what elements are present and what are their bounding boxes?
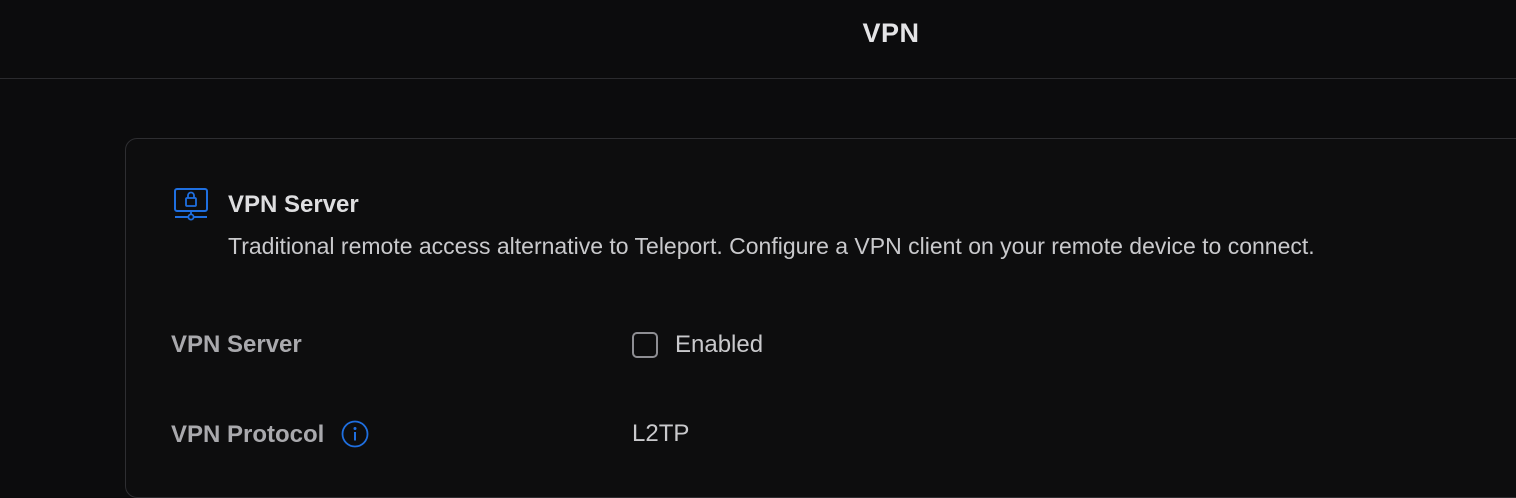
vpn-server-enabled-checkbox[interactable] [632, 332, 658, 358]
vpn-server-card: VPN Server Traditional remote access alt… [125, 138, 1516, 498]
vpn-server-label: VPN Server [171, 331, 302, 358]
card-title: VPN Server [228, 191, 359, 218]
info-icon[interactable] [341, 420, 369, 448]
vpn-protocol-value: L2TP [632, 420, 690, 447]
vpn-protocol-row-label: VPN Protocol [171, 420, 369, 450]
page-title: VPN [862, 18, 920, 48]
enabled-checkbox-label[interactable]: Enabled [675, 331, 763, 359]
page-header: VPN [0, 0, 1516, 79]
vpn-lock-monitor-icon [174, 188, 208, 221]
vpn-protocol-label: VPN Protocol [171, 421, 325, 448]
card-description: Traditional remote access alternative to… [228, 233, 1315, 259]
